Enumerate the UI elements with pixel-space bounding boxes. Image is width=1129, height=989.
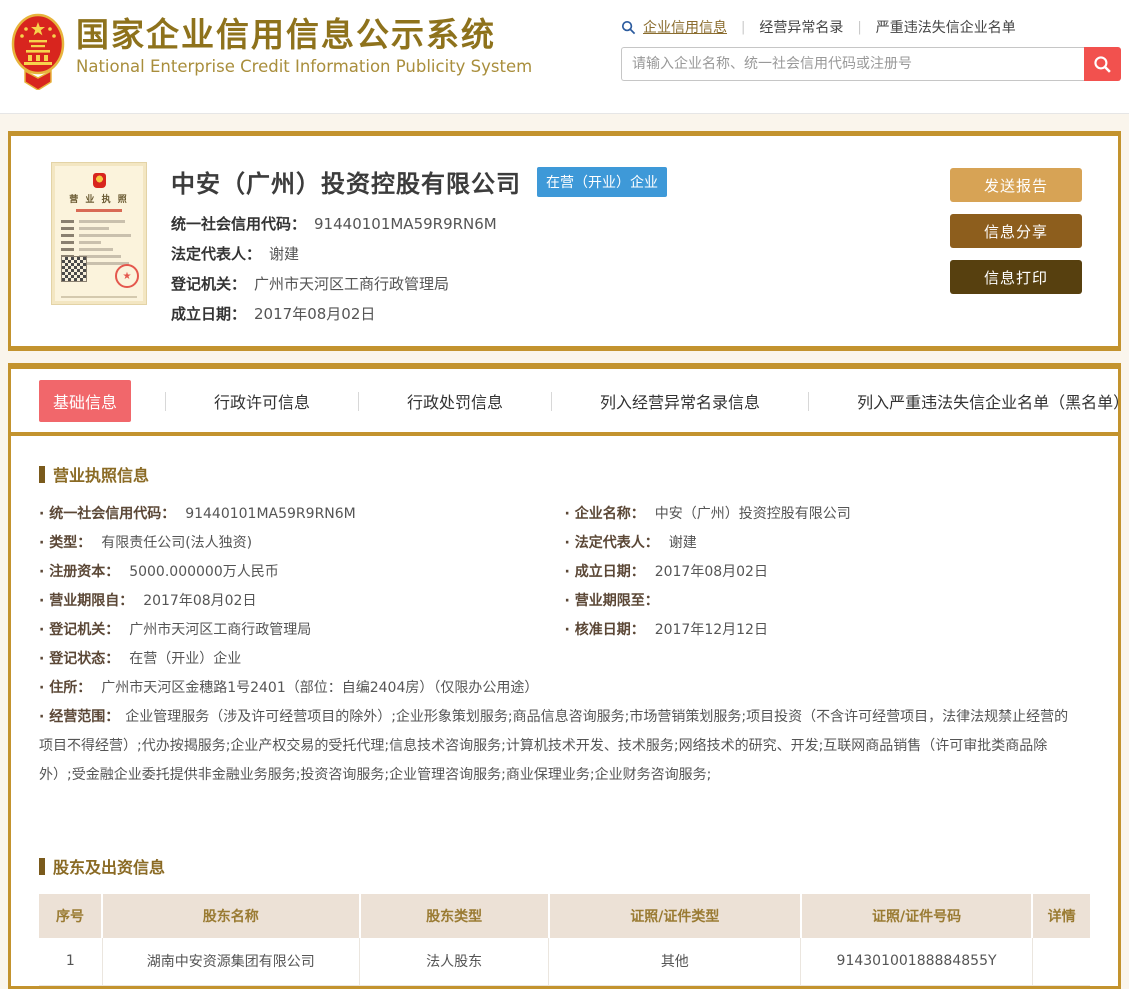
cell-detail bbox=[1031, 938, 1090, 986]
col-header-detail: 详情 bbox=[1031, 894, 1090, 938]
business-license-thumbnail[interactable]: 营 业 执 照 ★ bbox=[51, 162, 147, 305]
license-red-seal: ★ bbox=[115, 264, 139, 288]
magnifier-icon bbox=[1094, 55, 1111, 73]
tab-separator bbox=[165, 391, 167, 411]
send-report-button[interactable]: 发送报告 bbox=[950, 168, 1082, 202]
site-subtitle: National Enterprise Credit Information P… bbox=[76, 56, 533, 76]
license-qr-code bbox=[61, 256, 87, 282]
header-right: 企业信用信息 | 经营异常名录 | 严重违法失信企业名单 bbox=[621, 10, 1121, 81]
field-legal-rep: 法定代表人：谢建 bbox=[565, 529, 1091, 558]
site-header: 国家企业信用信息公示系统 National Enterprise Credit … bbox=[0, 0, 1129, 114]
summary-legal-rep-row: 法定代表人： 谢建 bbox=[171, 243, 940, 264]
field-company-name: 企业名称：中安（广州）投资控股有限公司 bbox=[565, 500, 1091, 529]
search-input[interactable] bbox=[621, 47, 1084, 81]
search-button[interactable] bbox=[1084, 47, 1121, 81]
license-title: 营 业 执 照 bbox=[69, 195, 129, 205]
field-value: 91440101MA59R9RN6M bbox=[314, 215, 497, 233]
tab-abnormal-list[interactable]: 列入经营异常名录信息 bbox=[586, 380, 774, 422]
site-title-block: 国家企业信用信息公示系统 National Enterprise Credit … bbox=[76, 10, 532, 76]
field-company-type: 类型：有限责任公司(法人独资) bbox=[39, 529, 565, 558]
table-row: 1 湖南中安资源集团有限公司 法人股东 其他 91430100188884855… bbox=[39, 938, 1090, 986]
tab-admin-license[interactable]: 行政许可信息 bbox=[200, 380, 324, 422]
print-info-button[interactable]: 信息打印 bbox=[950, 260, 1082, 294]
company-summary-card: 营 业 执 照 ★ 中安（广州）投资控股有限公司 在营（开业）企业 统一社会信用… bbox=[8, 131, 1121, 351]
summary-establish-date-row: 成立日期： 2017年08月02日 bbox=[171, 303, 940, 324]
col-header-cert-number: 证照/证件号码 bbox=[799, 894, 1033, 938]
field-term-to: 营业期限至： bbox=[565, 587, 1091, 616]
heading-marker bbox=[39, 465, 45, 483]
field-address: 住所：广州市天河区金穗路1号2401（部位：自编2404房）（仅限办公用途） bbox=[39, 674, 1090, 703]
search-icon bbox=[621, 20, 636, 34]
field-term-from: 营业期限自：2017年08月02日 bbox=[39, 587, 565, 616]
field-business-scope: 经营范围：企业管理服务（涉及许可经营项目的除外）;企业形象策划服务;商品信息咨询… bbox=[39, 703, 1090, 790]
field-reg-authority: 登记机关：广州市天河区工商行政管理局 bbox=[39, 616, 565, 645]
field-label: 统一社会信用代码： bbox=[171, 215, 307, 233]
heading-text: 营业执照信息 bbox=[53, 466, 150, 485]
logo-block: 国家企业信用信息公示系统 National Enterprise Credit … bbox=[8, 10, 532, 90]
action-buttons: 发送报告 信息分享 信息打印 bbox=[950, 168, 1082, 324]
tab-blacklist[interactable]: 列入严重违法失信企业名单（黑名单）信息 bbox=[843, 380, 1129, 422]
field-value: 广州市天河区工商行政管理局 bbox=[254, 275, 450, 293]
table-header-row: 序号 股东名称 股东类型 证照/证件类型 证照/证件号码 详情 bbox=[39, 894, 1090, 938]
col-header-cert-type: 证照/证件类型 bbox=[547, 894, 801, 938]
field-value: 谢建 bbox=[269, 245, 300, 263]
col-header-shareholder-type: 股东类型 bbox=[358, 894, 549, 938]
cell-shareholder-name: 湖南中安资源集团有限公司 bbox=[101, 938, 361, 986]
top-nav: 企业信用信息 | 经营异常名录 | 严重违法失信企业名单 bbox=[621, 15, 1121, 39]
search-bar bbox=[621, 47, 1121, 81]
status-badge: 在营（开业）企业 bbox=[537, 166, 667, 197]
tab-separator bbox=[551, 391, 553, 411]
tab-separator bbox=[808, 391, 810, 411]
field-reg-status: 登记状态：在营（开业）企业 bbox=[39, 645, 565, 674]
page-body: 营 业 执 照 ★ 中安（广州）投资控股有限公司 在营（开业）企业 统一社会信用… bbox=[0, 114, 1129, 989]
field-value: 2017年08月02日 bbox=[254, 305, 376, 323]
cell-shareholder-type: 法人股东 bbox=[359, 938, 550, 986]
field-label: 法定代表人： bbox=[171, 245, 262, 263]
detail-card: 基础信息 行政许可信息 行政处罚信息 列入经营异常名录信息 列入严重违法失信企业… bbox=[8, 363, 1129, 989]
license-red-line bbox=[76, 209, 122, 212]
col-header-shareholder-name: 股东名称 bbox=[101, 894, 360, 938]
share-info-button[interactable]: 信息分享 bbox=[950, 214, 1082, 248]
national-emblem-logo bbox=[11, 13, 65, 90]
nav-separator: | bbox=[857, 19, 862, 35]
col-header-index: 序号 bbox=[39, 894, 103, 938]
heading-marker bbox=[39, 857, 45, 875]
cell-cert-number: 91430100188884855Y bbox=[800, 938, 1033, 986]
summary-credit-code-row: 统一社会信用代码： 91440101MA59R9RN6M bbox=[171, 213, 940, 234]
shareholder-table: 序号 股东名称 股东类型 证照/证件类型 证照/证件号码 详情 1 湖南中安资源… bbox=[39, 894, 1090, 986]
site-title: 国家企业信用信息公示系统 bbox=[76, 15, 496, 54]
field-establish-date: 成立日期：2017年08月02日 bbox=[565, 558, 1091, 587]
license-info-heading: 营业执照信息 bbox=[39, 462, 1090, 486]
field-registered-capital: 注册资本：5000.000000万人民币 bbox=[39, 558, 565, 587]
license-footer-line bbox=[61, 296, 137, 298]
company-name: 中安（广州）投资控股有限公司 bbox=[171, 170, 521, 198]
field-empty-cell bbox=[565, 645, 1091, 674]
nav-link-serious-violations[interactable]: 严重违法失信企业名单 bbox=[876, 17, 1016, 37]
detail-content: 营业执照信息 统一社会信用代码：91440101MA59R9RN6M 企业名称：… bbox=[11, 436, 1118, 986]
cell-cert-type: 其他 bbox=[548, 938, 802, 986]
company-summary-info: 中安（广州）投资控股有限公司 在营（开业）企业 统一社会信用代码： 9144010… bbox=[171, 162, 940, 324]
tab-basic-info[interactable]: 基础信息 bbox=[39, 380, 132, 422]
cell-index: 1 bbox=[39, 938, 103, 986]
tab-bar: 基础信息 行政许可信息 行政处罚信息 列入经营异常名录信息 列入严重违法失信企业… bbox=[11, 369, 1129, 436]
license-fields-grid: 统一社会信用代码：91440101MA59R9RN6M 企业名称：中安（广州）投… bbox=[39, 500, 1090, 790]
nav-link-enterprise-credit[interactable]: 企业信用信息 bbox=[643, 17, 727, 37]
shareholder-section: 股东及出资信息 序号 股东名称 股东类型 证照/证件类型 证照/证件号码 详情 … bbox=[39, 854, 1090, 986]
tab-separator bbox=[358, 391, 360, 411]
heading-text: 股东及出资信息 bbox=[53, 858, 166, 877]
license-emblem-icon bbox=[92, 173, 106, 188]
nav-link-abnormal-operations[interactable]: 经营异常名录 bbox=[759, 17, 843, 37]
field-approval-date: 核准日期：2017年12月12日 bbox=[565, 616, 1091, 645]
field-label: 登记机关： bbox=[171, 275, 247, 293]
tab-admin-penalty[interactable]: 行政处罚信息 bbox=[393, 380, 517, 422]
nav-separator: | bbox=[741, 19, 746, 35]
field-label: 成立日期： bbox=[171, 305, 247, 323]
summary-reg-authority-row: 登记机关： 广州市天河区工商行政管理局 bbox=[171, 273, 940, 294]
shareholder-heading: 股东及出资信息 bbox=[39, 854, 1090, 878]
field-credit-code: 统一社会信用代码：91440101MA59R9RN6M bbox=[39, 500, 565, 529]
